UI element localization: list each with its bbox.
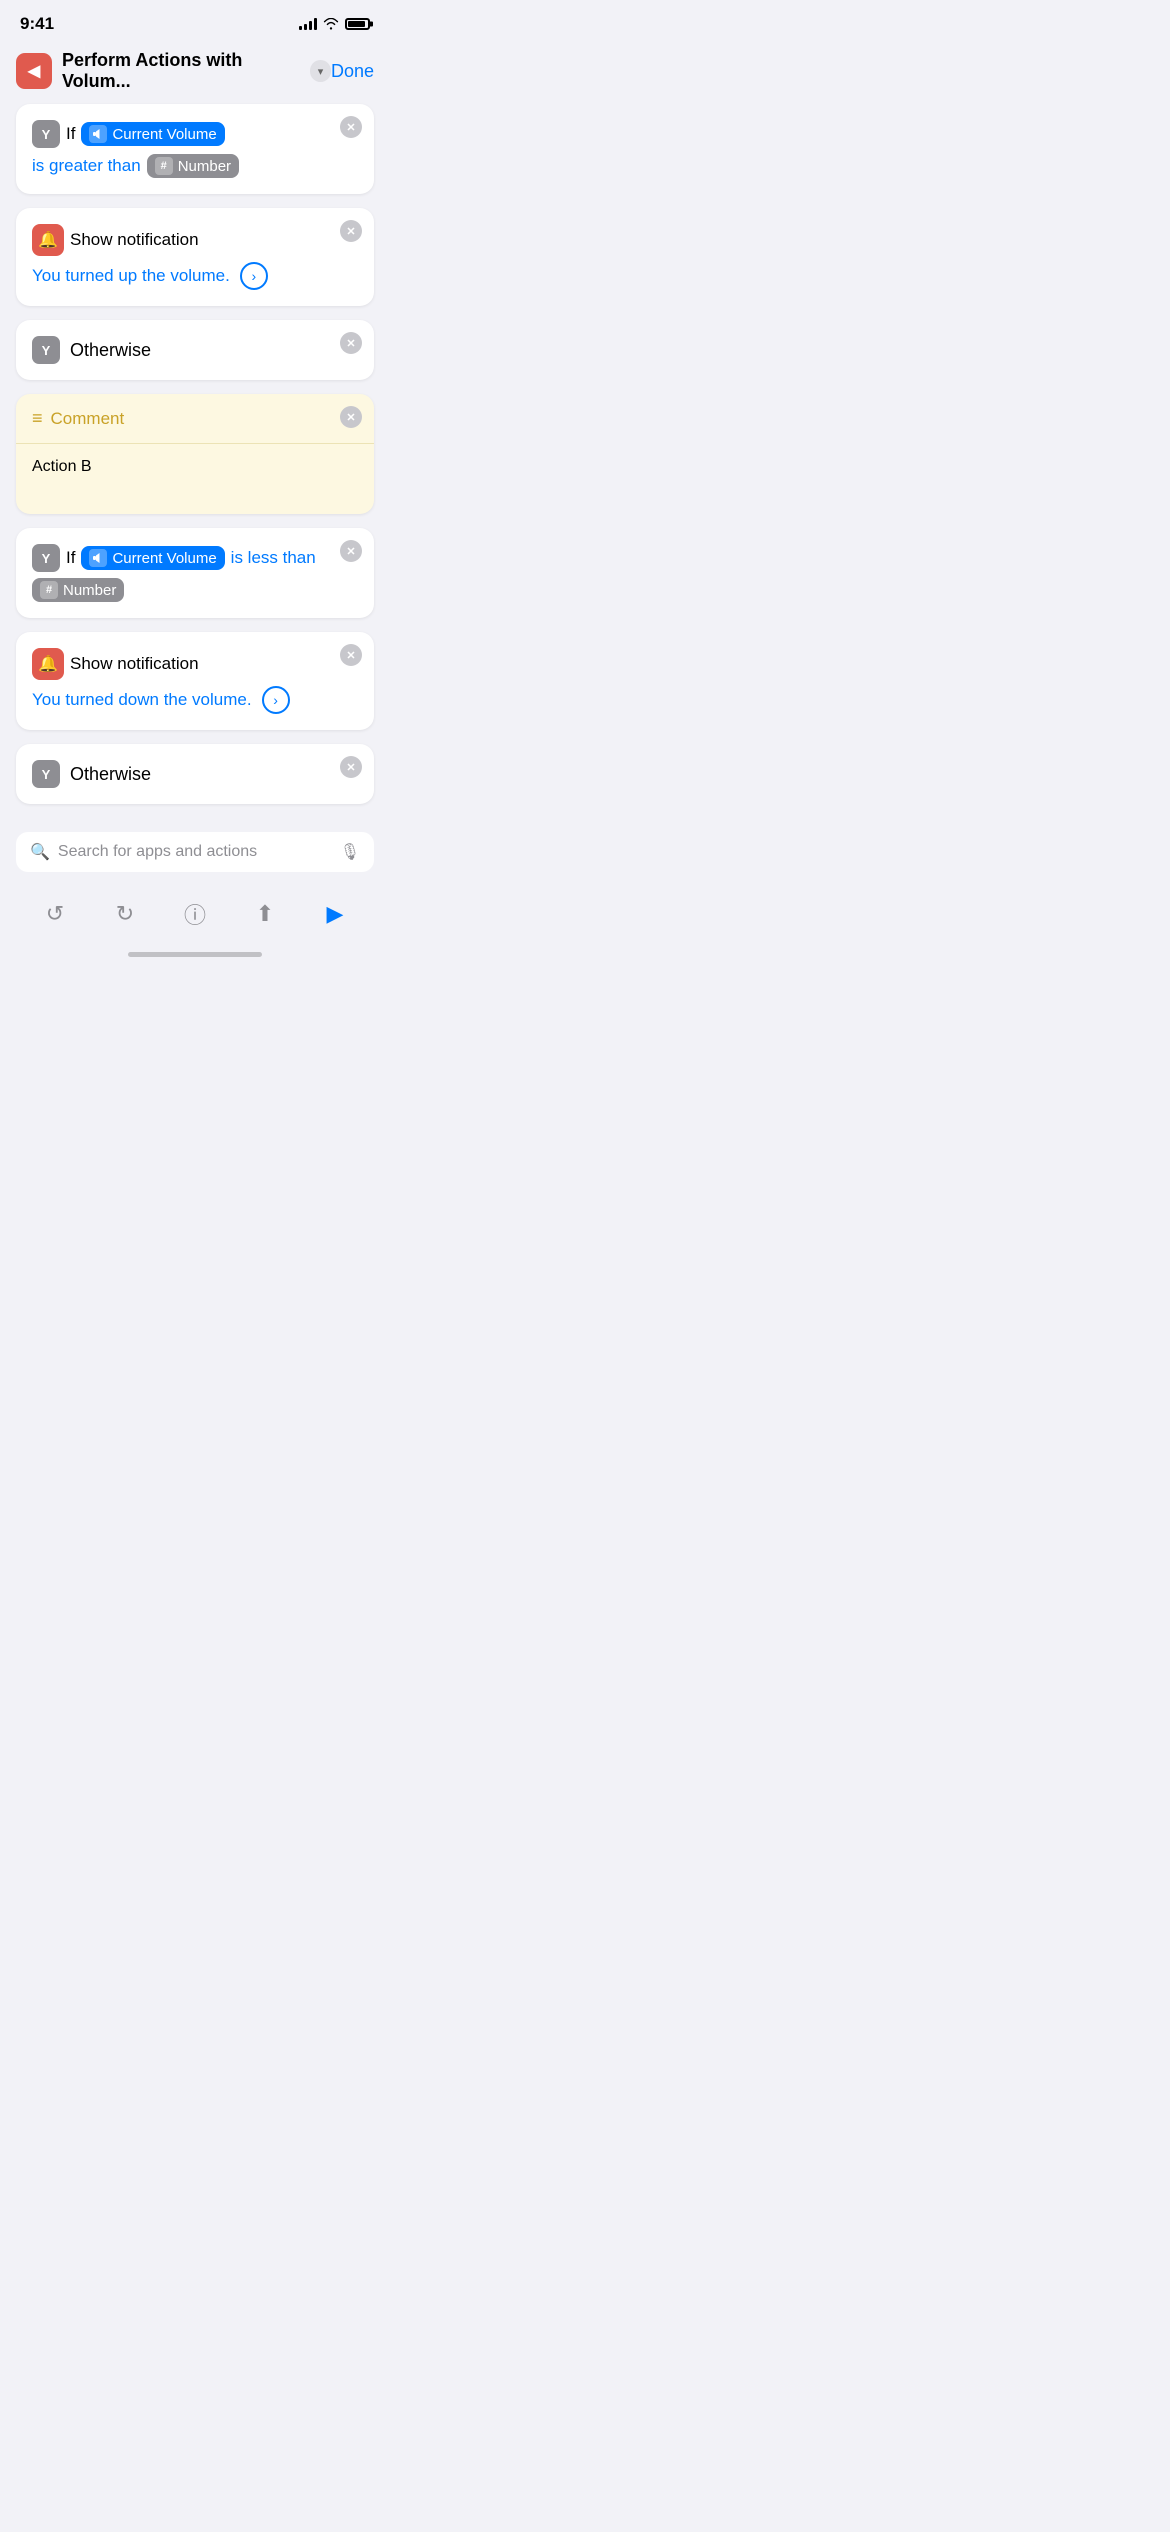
bottom-toolbar: ↺ ↻ ⓘ ⬆ ▶ bbox=[0, 880, 390, 944]
nav-title-area: Perform Actions with Volum... ▾ bbox=[62, 50, 331, 92]
current-volume-label-2: Current Volume bbox=[112, 550, 216, 567]
hash-icon-2: # bbox=[40, 581, 58, 599]
notification-card-2: 🔔 Show notification You turned down the … bbox=[16, 632, 374, 730]
notification-icon-1: 🔔 bbox=[32, 224, 64, 256]
volume-token-icon-1 bbox=[89, 125, 107, 143]
play-icon: ▶ bbox=[327, 901, 344, 927]
notification-content-1: 🔔 Show notification You turned up the vo… bbox=[32, 224, 358, 290]
if-card-1: Y If Current Volume is greater than # Nu… bbox=[16, 104, 374, 194]
volume-token-icon-2 bbox=[89, 549, 107, 567]
notification-arrow-2[interactable]: › bbox=[262, 686, 290, 714]
notification-label-2: Show notification bbox=[70, 654, 199, 674]
info-button[interactable]: ⓘ bbox=[173, 892, 217, 936]
page-title: Perform Actions with Volum... bbox=[62, 50, 304, 92]
notification-icon-2: 🔔 bbox=[32, 648, 64, 680]
if-card-2: Y If Current Volume is less than # Numbe… bbox=[16, 528, 374, 618]
notification-arrow-1[interactable]: › bbox=[240, 262, 268, 290]
status-time: 9:41 bbox=[20, 14, 54, 34]
status-icons bbox=[299, 18, 370, 30]
if-card-2-content: Y If Current Volume is less than # Numbe… bbox=[32, 544, 358, 602]
chevron-down-icon: ▾ bbox=[318, 65, 324, 78]
close-button-otherwise-2[interactable]: ✕ bbox=[340, 756, 362, 778]
number-label-2: Number bbox=[63, 582, 116, 599]
play-button[interactable]: ▶ bbox=[313, 892, 357, 936]
home-indicator bbox=[0, 944, 390, 961]
back-arrow-icon: ◀ bbox=[28, 61, 40, 81]
comment-lines-icon: ≡ bbox=[32, 408, 43, 429]
comment-label: Comment bbox=[51, 409, 125, 429]
otherwise-card-1: Y Otherwise ✕ bbox=[16, 320, 374, 380]
comment-card: ≡ Comment Action B ✕ bbox=[16, 394, 374, 514]
battery-icon bbox=[345, 18, 370, 30]
close-button-1[interactable]: ✕ bbox=[340, 116, 362, 138]
if-label-1: If bbox=[66, 124, 75, 144]
share-icon: ⬆ bbox=[256, 901, 274, 927]
redo-button[interactable]: ↻ bbox=[103, 892, 147, 936]
microphone-icon[interactable]: 🎙 bbox=[340, 842, 360, 862]
comment-header: ≡ Comment bbox=[16, 394, 374, 444]
if-icon-1: Y bbox=[32, 120, 60, 148]
number-token-1[interactable]: # Number bbox=[147, 154, 239, 178]
close-button-notif-1[interactable]: ✕ bbox=[340, 220, 362, 242]
home-bar bbox=[128, 952, 262, 957]
otherwise-label-2: Otherwise bbox=[70, 764, 151, 785]
otherwise-icon-1: Y bbox=[32, 336, 60, 364]
number-label-1: Number bbox=[178, 158, 231, 175]
otherwise-label-1: Otherwise bbox=[70, 340, 151, 361]
otherwise-card-2: Y Otherwise ✕ bbox=[16, 744, 374, 804]
close-button-comment[interactable]: ✕ bbox=[340, 406, 362, 428]
current-volume-token-1[interactable]: Current Volume bbox=[81, 122, 224, 146]
scroll-area: Y If Current Volume is greater than # Nu… bbox=[0, 104, 390, 824]
close-button-2[interactable]: ✕ bbox=[340, 540, 362, 562]
condition-text-1[interactable]: is greater than bbox=[32, 156, 141, 176]
undo-icon: ↺ bbox=[46, 901, 64, 927]
number-token-2[interactable]: # Number bbox=[32, 578, 124, 602]
search-bar[interactable]: 🔍 Search for apps and actions 🎙 bbox=[16, 832, 374, 872]
if-card-1-content: Y If Current Volume is greater than # Nu… bbox=[32, 120, 358, 178]
otherwise-content-2: Y Otherwise bbox=[32, 760, 358, 788]
notification-value-1[interactable]: You turned up the volume. bbox=[32, 266, 230, 286]
title-chevron-button[interactable]: ▾ bbox=[310, 60, 331, 82]
done-button[interactable]: Done bbox=[331, 61, 374, 82]
info-icon: ⓘ bbox=[184, 898, 206, 930]
back-button[interactable]: ◀ bbox=[16, 53, 52, 89]
share-button[interactable]: ⬆ bbox=[243, 892, 287, 936]
wifi-icon bbox=[323, 18, 339, 30]
notification-value-2[interactable]: You turned down the volume. bbox=[32, 690, 252, 710]
search-input[interactable]: Search for apps and actions bbox=[58, 843, 332, 861]
current-volume-label-1: Current Volume bbox=[112, 126, 216, 143]
if-label-2: If bbox=[66, 548, 75, 568]
current-volume-token-2[interactable]: Current Volume bbox=[81, 546, 224, 570]
nav-bar: ◀ Perform Actions with Volum... ▾ Done bbox=[0, 42, 390, 104]
condition-text-2[interactable]: is less than bbox=[231, 548, 316, 568]
undo-button[interactable]: ↺ bbox=[33, 892, 77, 936]
notification-card-1: 🔔 Show notification You turned up the vo… bbox=[16, 208, 374, 306]
otherwise-icon-2: Y bbox=[32, 760, 60, 788]
hash-icon-1: # bbox=[155, 157, 173, 175]
search-icon: 🔍 bbox=[30, 842, 50, 862]
if-icon-2: Y bbox=[32, 544, 60, 572]
signal-bars-icon bbox=[299, 18, 317, 30]
search-bar-container: 🔍 Search for apps and actions 🎙 bbox=[0, 824, 390, 880]
close-button-notif-2[interactable]: ✕ bbox=[340, 644, 362, 666]
redo-icon: ↻ bbox=[116, 901, 134, 927]
comment-body[interactable]: Action B bbox=[16, 444, 374, 514]
otherwise-content-1: Y Otherwise bbox=[32, 336, 358, 364]
close-button-otherwise-1[interactable]: ✕ bbox=[340, 332, 362, 354]
notification-label-1: Show notification bbox=[70, 230, 199, 250]
status-bar: 9:41 bbox=[0, 0, 390, 42]
notification-content-2: 🔔 Show notification You turned down the … bbox=[32, 648, 358, 714]
